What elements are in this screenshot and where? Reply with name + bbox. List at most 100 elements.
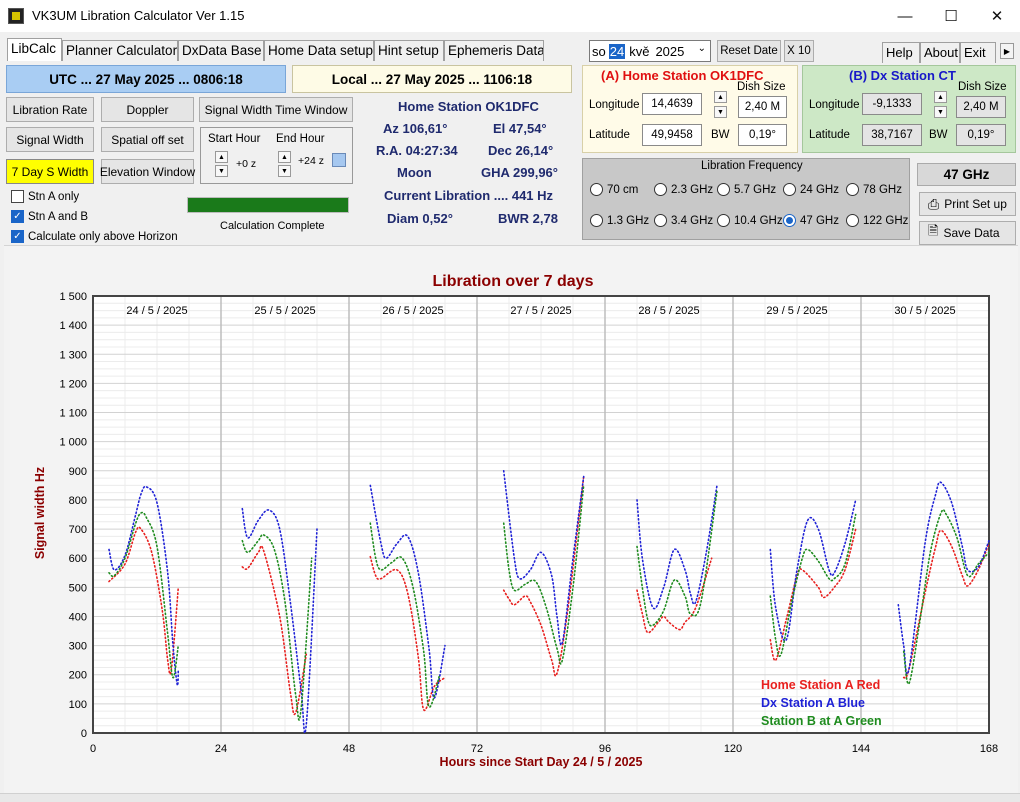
tab-dxdata-base[interactable]: DxData Base (178, 40, 264, 61)
stn-a-only-checkbox[interactable]: Stn A only (11, 190, 79, 203)
current-libration-value: Current Libration .... 441 Hz (384, 188, 554, 203)
station-a-panel: (A) Home Station OK1DFC Longitude 14,463… (582, 65, 798, 153)
day-label: 24 / 5 / 2025 (126, 305, 187, 317)
date-picker[interactable]: so 24 kvě 2025 ⌄ (589, 40, 711, 62)
station-a-latitude-label: Latitude (589, 129, 630, 141)
y-tick-label: 500 (69, 582, 87, 594)
above-horizon-checkbox[interactable]: ✓ Calculate only above Horizon (11, 230, 178, 243)
station-a-latitude-field[interactable]: 49,9458 (642, 124, 702, 146)
tab-libcalc[interactable]: LibCalc (7, 38, 62, 61)
date-month[interactable]: kvě (629, 44, 649, 59)
signal-width-time-window-button[interactable]: Signal Width Time Window (199, 97, 353, 122)
y-tick-label: 1 100 (59, 408, 87, 420)
libration-frequency-panel: Libration Frequency 70 cm 2.3 GHz 5.7 GH… (582, 158, 910, 240)
start-hour-up-icon[interactable]: ▲ (215, 151, 228, 163)
libration-rate-button[interactable]: Libration Rate (6, 97, 94, 122)
legend-entry: Dx Station A Blue (761, 696, 865, 710)
y-axis-label: Signal width Hz (33, 467, 47, 559)
freq-option-10-4ghz[interactable]: 10.4 GHz (717, 214, 783, 227)
progress-fill (188, 198, 348, 212)
y-tick-label: 300 (69, 641, 87, 653)
station-b-bw-label: BW (929, 129, 948, 141)
freq-option-2-3ghz[interactable]: 2.3 GHz (654, 183, 713, 196)
y-tick-label: 1 000 (59, 437, 87, 449)
help-button[interactable]: Help (882, 42, 920, 63)
bwr-value: BWR 2,78 (498, 211, 558, 226)
station-b-latitude-field[interactable]: 38,7167 (862, 124, 922, 146)
date-year[interactable]: 2025 (655, 44, 684, 59)
maximize-button[interactable]: ☐ (928, 0, 974, 32)
tab-planner-calculator[interactable]: Planner Calculator (62, 40, 178, 61)
station-b-dish-label: Dish Size (958, 81, 1007, 93)
chart-title: Libration over 7 days (433, 273, 594, 290)
seven-day-signal-width-button[interactable]: 7 Day S Width (6, 159, 94, 184)
radio-icon (654, 183, 667, 196)
minimize-button[interactable]: — (882, 0, 928, 32)
station-a-dish-down-icon[interactable]: ▼ (714, 106, 727, 118)
stn-a-and-b-checkbox[interactable]: ✓ Stn A and B (11, 210, 88, 223)
chevron-down-icon[interactable]: ⌄ (698, 43, 706, 54)
freq-option-1-3ghz[interactable]: 1.3 GHz (590, 214, 649, 227)
date-day[interactable]: 24 (608, 43, 626, 59)
y-tick-label: 700 (69, 524, 87, 536)
freq-option-47ghz[interactable]: 47 GHz (783, 214, 839, 227)
hour-window-apply-button[interactable] (332, 153, 346, 167)
freq-option-78ghz[interactable]: 78 GHz (846, 183, 902, 196)
station-b-dish-field[interactable]: 2,40 M (956, 96, 1006, 118)
doppler-button[interactable]: Doppler (101, 97, 194, 122)
about-button[interactable]: About (920, 42, 960, 63)
print-setup-button[interactable]: ⎙ Print Set up (919, 192, 1016, 216)
station-b-title: (B) Dx Station CT (849, 68, 956, 83)
freq-option-label: 47 GHz (800, 214, 839, 227)
freq-option-5-7ghz[interactable]: 5.7 GHz (717, 183, 776, 196)
spatial-offset-button[interactable]: Spatial off set (101, 127, 194, 152)
freq-option-label: 70 cm (607, 183, 639, 196)
day-label: 30 / 5 / 2025 (894, 305, 955, 317)
radio-icon (590, 183, 603, 196)
reset-date-button[interactable]: Reset Date (717, 40, 781, 62)
station-b-latitude-label: Latitude (809, 129, 850, 141)
day-label: 28 / 5 / 2025 (638, 305, 699, 317)
station-b-longitude-field[interactable]: -9,1333 (862, 93, 922, 115)
x-tick-label: 48 (343, 743, 355, 755)
end-hour-down-icon[interactable]: ▼ (278, 165, 291, 177)
start-hour-down-icon[interactable]: ▼ (215, 165, 228, 177)
freq-option-label: 5.7 GHz (734, 183, 777, 196)
x10-button[interactable]: X 10 (784, 40, 814, 62)
calculation-status: Calculation Complete (220, 220, 325, 232)
stn-a-only-label: Stn A only (28, 190, 80, 203)
radio-selected-icon (783, 214, 796, 227)
azimuth-value: Az 106,61° (383, 121, 448, 136)
freq-option-label: 24 GHz (800, 183, 839, 196)
radio-icon (717, 183, 730, 196)
freq-option-3-4ghz[interactable]: 3.4 GHz (654, 214, 713, 227)
tab-scroll-right-icon[interactable]: ▶ (1000, 43, 1014, 59)
station-a-dish-field[interactable]: 2,40 M (738, 96, 787, 118)
save-data-button[interactable]: 🗎 Save Data (919, 221, 1016, 245)
elevation-value: El 47,54° (493, 121, 547, 136)
day-label: 26 / 5 / 2025 (382, 305, 443, 317)
y-tick-label: 1 500 (59, 291, 87, 303)
signal-width-button[interactable]: Signal Width (6, 127, 94, 152)
hour-window-group: Start Hour End Hour ▲ ▼ +0 z ▲ ▼ +24 z (200, 127, 353, 184)
tab-ephemeris-data[interactable]: Ephemeris Data (444, 40, 544, 61)
close-button[interactable]: ✕ (974, 0, 1020, 32)
end-hour-up-icon[interactable]: ▲ (278, 151, 291, 163)
exit-button[interactable]: Exit (960, 42, 996, 63)
freq-option-122ghz[interactable]: 122 GHz (846, 214, 908, 227)
elevation-window-button[interactable]: Elevation Window (100, 159, 195, 184)
save-document-icon: 🗎 (928, 223, 939, 238)
tab-hint-setup[interactable]: Hint setup (374, 40, 444, 61)
station-b-dish-down-icon[interactable]: ▼ (934, 106, 947, 118)
freq-option-24ghz[interactable]: 24 GHz (783, 183, 839, 196)
tab-home-data-setup[interactable]: Home Data setup (264, 40, 374, 61)
station-a-dish-up-icon[interactable]: ▲ (714, 91, 727, 103)
above-horizon-label: Calculate only above Horizon (28, 230, 178, 243)
freq-option-70cm[interactable]: 70 cm (590, 183, 638, 196)
y-tick-label: 1 300 (59, 349, 87, 361)
station-a-longitude-field[interactable]: 14,4639 (642, 93, 702, 115)
y-tick-label: 0 (81, 728, 87, 740)
date-day-name: so (592, 43, 606, 59)
station-b-dish-up-icon[interactable]: ▲ (934, 91, 947, 103)
home-station-heading: Home Station OK1DFC (398, 99, 539, 114)
